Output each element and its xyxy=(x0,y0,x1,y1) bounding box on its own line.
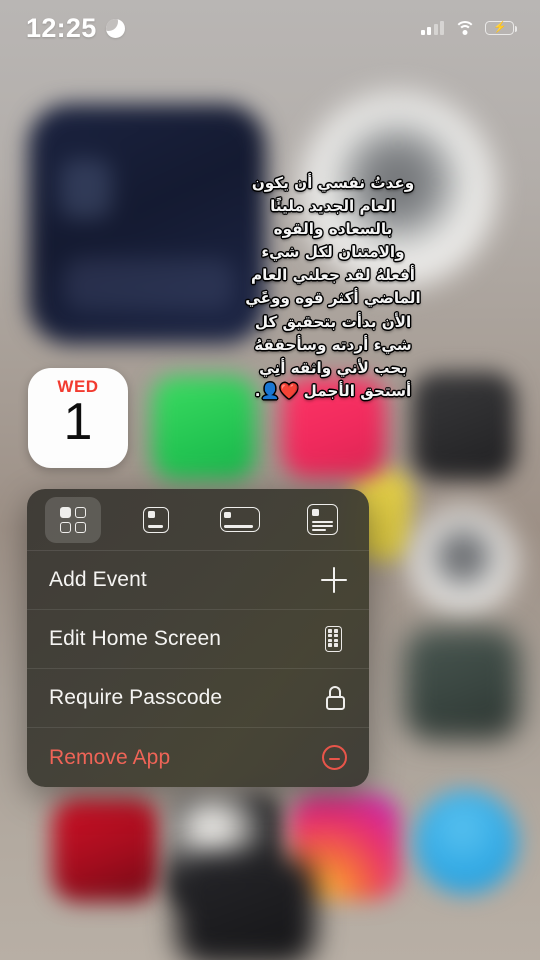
blurred-home-screen xyxy=(0,0,540,960)
blurred-widget-navy xyxy=(28,104,266,344)
overlay-line: وعدتُ نفسي أن يكون xyxy=(251,174,415,192)
widget-size-selector xyxy=(27,489,369,551)
small-widget-icon xyxy=(143,506,170,533)
app-context-menu: Add Event Edit Home Screen Require Passc… xyxy=(27,489,369,787)
overlay-line: أستحق الأجمل ❤️👤. xyxy=(254,381,412,400)
overlay-line: بحب لأني واثقه أنِي xyxy=(259,358,407,377)
calendar-day-number: 1 xyxy=(63,393,93,451)
menu-item-label: Remove App xyxy=(49,745,171,769)
menu-item-label: Require Passcode xyxy=(49,686,223,709)
overlay-line: شيء أردته وسأحققهُ xyxy=(254,335,412,354)
blurred-app-icon-dark-bottom xyxy=(176,856,316,960)
status-bar: 12:25 ⚡ xyxy=(0,0,540,56)
blurred-app-icon-dark-mid xyxy=(404,628,520,740)
cellular-signal-icon xyxy=(420,21,444,35)
arabic-text-overlay: وعدتُ نفسي أن يكون العام الجديد مليئًا ب… xyxy=(234,172,432,403)
overlay-line: الماضي أكثر قوه ووعًي xyxy=(245,289,421,308)
blurred-app-icon-telegram xyxy=(414,790,518,894)
calendar-app-icon[interactable]: WED 1 xyxy=(28,368,128,468)
menu-item-edit-home-screen[interactable]: Edit Home Screen xyxy=(27,610,369,669)
app-grid-icon xyxy=(60,506,86,533)
lock-icon xyxy=(323,685,347,711)
medium-widget-icon xyxy=(219,507,260,532)
overlay-line: بالسعاده والقوه xyxy=(273,220,393,239)
overlay-line: العام الجديد مليئًا xyxy=(270,197,396,216)
overlay-line: والامتنان لكل شيء xyxy=(261,243,405,262)
status-bar-clock: 12:25 xyxy=(26,12,97,43)
home-screen-icon xyxy=(321,626,347,652)
plus-icon xyxy=(321,567,347,593)
overlay-line: أفعلهُ لقد جعلني العام xyxy=(251,266,415,285)
overlay-line: الأن بدأت بتحقيق كل xyxy=(254,312,412,331)
size-option-large-widget[interactable] xyxy=(295,497,351,543)
status-bar-right: ⚡ xyxy=(420,20,518,36)
menu-item-require-passcode[interactable]: Require Passcode xyxy=(27,669,369,728)
blurred-app-icon-red xyxy=(52,798,160,902)
large-widget-icon xyxy=(307,504,339,535)
wifi-icon xyxy=(454,20,475,36)
size-option-app-grid[interactable] xyxy=(45,496,101,543)
menu-item-label: Add Event xyxy=(49,568,147,591)
blurred-app-icon-white-round xyxy=(410,508,516,614)
minus-circle-icon xyxy=(322,745,347,770)
size-option-small-widget[interactable] xyxy=(128,497,184,543)
status-bar-left: 12:25 xyxy=(26,13,125,44)
battery-charging-icon: ⚡ xyxy=(485,20,518,36)
menu-item-label: Edit Home Screen xyxy=(49,627,222,650)
size-option-medium-widget[interactable] xyxy=(212,497,268,543)
moon-icon xyxy=(105,18,125,38)
menu-item-remove-app[interactable]: Remove App xyxy=(27,728,369,787)
menu-item-add-event[interactable]: Add Event xyxy=(27,551,369,610)
